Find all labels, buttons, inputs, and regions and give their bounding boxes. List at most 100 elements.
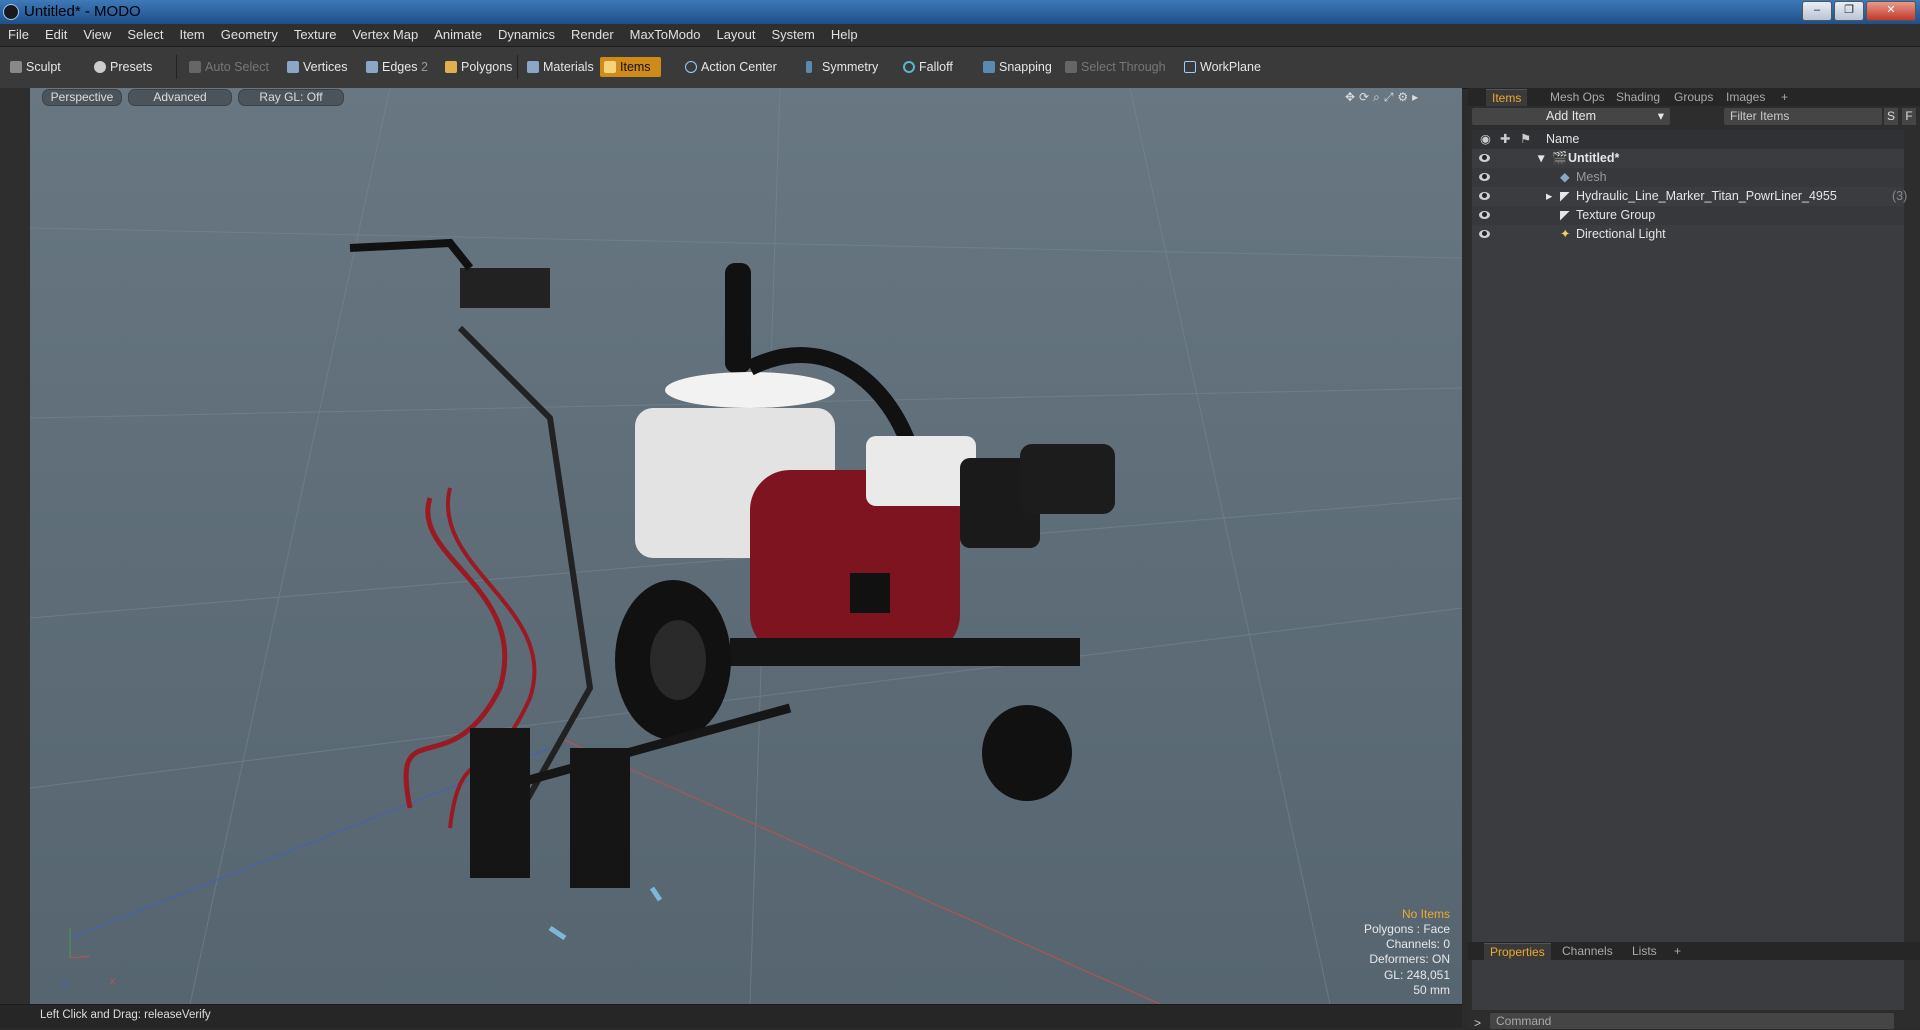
auto-select-button[interactable]: Auto Select <box>185 57 269 77</box>
symmetry-button[interactable]: Symmetry <box>802 57 878 77</box>
maximize-button[interactable]: ❐ <box>1834 1 1864 21</box>
item-row-texture-group[interactable]: ◤ Texture Group <box>1472 206 1904 225</box>
x-axis-line <box>559 737 1161 1004</box>
name-column-header[interactable]: Name <box>1546 130 1579 149</box>
axis-x-label: x <box>110 976 115 987</box>
snapping-label: Snapping <box>999 60 1052 74</box>
tab-properties[interactable]: Properties <box>1484 943 1551 960</box>
menu-texture[interactable]: Texture <box>286 24 345 46</box>
workplane-label: WorkPlane <box>1200 60 1261 74</box>
collapse-icon[interactable]: ▾ <box>1538 149 1544 168</box>
tab-channels[interactable]: Channels <box>1556 943 1619 959</box>
items-mode-button[interactable]: Items <box>600 57 661 77</box>
render-column-icon: ⚑ <box>1520 132 1532 146</box>
items-label: Items <box>620 60 651 74</box>
edges-icon <box>366 61 378 73</box>
materials-button[interactable]: Materials <box>523 57 594 77</box>
falloff-label: Falloff <box>919 60 953 74</box>
eye-icon[interactable] <box>1479 154 1490 162</box>
item-row-light[interactable]: ✦ Directional Light <box>1472 225 1904 244</box>
items-list: ◉ ✚ ⚑ Name ▾ 🎬 Untitled* ◆ Mesh ▸ ◤ Hydr… <box>1472 130 1908 1010</box>
scene-icon: 🎬 <box>1552 151 1568 165</box>
menu-layout[interactable]: Layout <box>708 24 763 46</box>
item-count: (3) <box>1892 189 1908 203</box>
3d-viewport[interactable]: Perspective Advanced Ray GL: Off ✥⟳⌕⤢⚙▸ <box>30 88 1462 1004</box>
auto-select-icon <box>189 61 201 73</box>
item-row-hydraulic[interactable]: ▸ ◤ Hydraulic_Line_Marker_Titan_PowrLine… <box>1472 187 1908 206</box>
group-icon: ◤ <box>1560 208 1570 222</box>
eye-icon[interactable] <box>1479 211 1490 219</box>
menu-system[interactable]: System <box>764 24 823 46</box>
tab-groups[interactable]: Groups <box>1668 89 1719 105</box>
workplane-button[interactable]: WorkPlane <box>1180 57 1261 77</box>
menu-file[interactable]: File <box>0 24 37 46</box>
auto-select-label: Auto Select <box>205 60 269 74</box>
menu-view[interactable]: View <box>75 24 119 46</box>
viewport-info: No Items Polygons : Face Channels: 0 Def… <box>1364 907 1450 998</box>
tab-lists[interactable]: Lists <box>1626 943 1663 959</box>
polygons-icon <box>445 61 457 73</box>
minimize-button[interactable]: – <box>1802 1 1832 21</box>
edges-label: Edges <box>382 60 418 74</box>
light-icon: ✦ <box>1560 227 1571 241</box>
eye-icon[interactable] <box>1479 230 1490 238</box>
materials-icon <box>527 61 539 73</box>
items-panel-tabs: Items Mesh Ops Shading Groups Images + <box>1468 88 1920 106</box>
menu-item[interactable]: Item <box>171 24 212 46</box>
deformers-info: Deformers: ON <box>1369 952 1450 967</box>
select-through-button[interactable]: Select Through <box>1061 57 1166 77</box>
edges-button[interactable]: Edges 2 <box>362 57 428 77</box>
filter-items-input[interactable]: Filter Items <box>1724 108 1882 125</box>
eye-icon[interactable] <box>1479 192 1490 200</box>
scene-svg: z x <box>30 88 1462 1004</box>
axis-gizmo <box>69 928 91 959</box>
select-through-icon <box>1065 61 1077 73</box>
line-marker-model <box>349 238 1115 941</box>
vertices-button[interactable]: Vertices <box>283 57 347 77</box>
left-strip <box>0 88 31 1004</box>
modo-logo-icon <box>3 4 19 20</box>
tab-mesh-ops[interactable]: Mesh Ops <box>1544 89 1611 105</box>
menu-select[interactable]: Select <box>119 24 171 46</box>
presets-button[interactable]: Presets <box>90 57 152 77</box>
action-center-button[interactable]: Action Center <box>681 57 777 77</box>
f-button[interactable]: F <box>1902 108 1916 125</box>
window-title: Untitled* - MODO <box>24 3 141 20</box>
menu-render[interactable]: Render <box>563 24 622 46</box>
tab-images[interactable]: Images <box>1720 89 1771 105</box>
gl-count-info: GL: 248,051 <box>1383 967 1450 982</box>
add-item-dropdown[interactable]: Add Item ▾ <box>1472 108 1670 125</box>
s-button[interactable]: S <box>1884 108 1898 125</box>
tab-shading[interactable]: Shading <box>1610 89 1666 105</box>
menu-geometry[interactable]: Geometry <box>213 24 286 46</box>
visibility-column-icon: ◉ <box>1480 132 1491 146</box>
falloff-button[interactable]: Falloff <box>899 57 953 77</box>
sculpt-button[interactable]: Sculpt <box>6 57 61 77</box>
menu-maxtomodo[interactable]: MaxToModo <box>622 24 709 46</box>
item-row-mesh[interactable]: ◆ Mesh <box>1472 168 1904 187</box>
status-bar: Left Click and Drag: releaseVerify <box>0 1004 1462 1028</box>
tab-add[interactable]: + <box>1668 943 1687 959</box>
action-center-label: Action Center <box>701 60 777 74</box>
snapping-button[interactable]: Snapping <box>979 57 1052 77</box>
expand-icon[interactable]: ▸ <box>1546 187 1552 206</box>
menu-edit[interactable]: Edit <box>37 24 75 46</box>
tab-add[interactable]: + <box>1775 89 1794 105</box>
right-panel: Items Mesh Ops Shading Groups Images + A… <box>1468 88 1920 1030</box>
menu-animate[interactable]: Animate <box>426 24 490 46</box>
command-prompt: > <box>1474 1016 1482 1030</box>
menu-vertex-map[interactable]: Vertex Map <box>344 24 426 46</box>
item-name: Texture Group <box>1576 208 1656 222</box>
menu-help[interactable]: Help <box>823 24 866 46</box>
presets-icon <box>94 61 106 73</box>
tab-items[interactable]: Items <box>1486 89 1528 106</box>
selection-status: No Items <box>1401 906 1450 921</box>
polygons-button[interactable]: Polygons <box>441 57 512 77</box>
close-button[interactable]: ✕ <box>1866 1 1916 21</box>
menu-dynamics[interactable]: Dynamics <box>490 24 563 46</box>
eye-icon[interactable] <box>1479 173 1490 181</box>
title-bar: Untitled* - MODO – ❐ ✕ <box>0 0 1920 24</box>
item-row-scene[interactable]: ▾ 🎬 Untitled* <box>1472 149 1904 168</box>
edges-count: 2 <box>420 60 428 74</box>
polygons-mode-info: Polygons : Face <box>1363 921 1450 936</box>
